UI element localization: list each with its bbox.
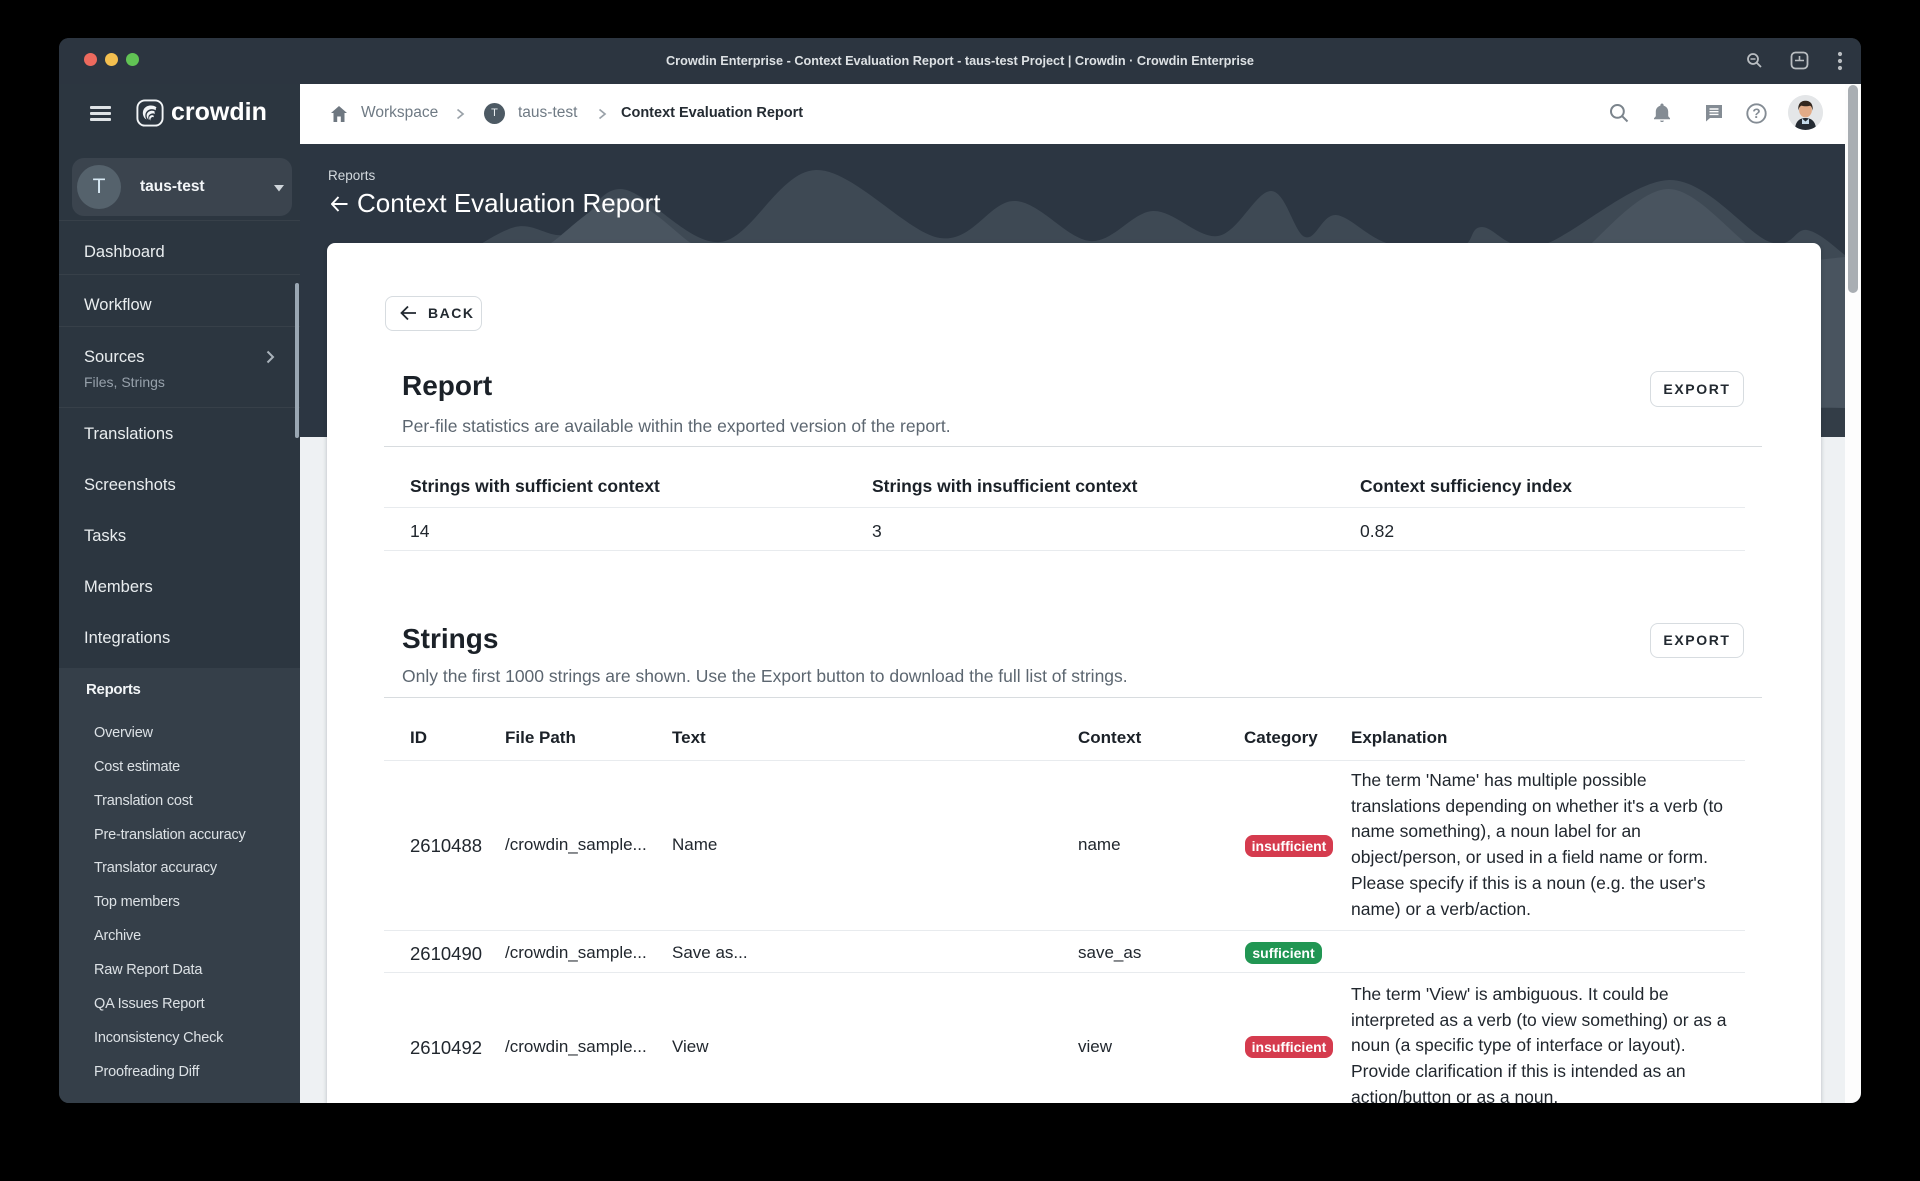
svg-text:?: ? [1752, 106, 1760, 121]
